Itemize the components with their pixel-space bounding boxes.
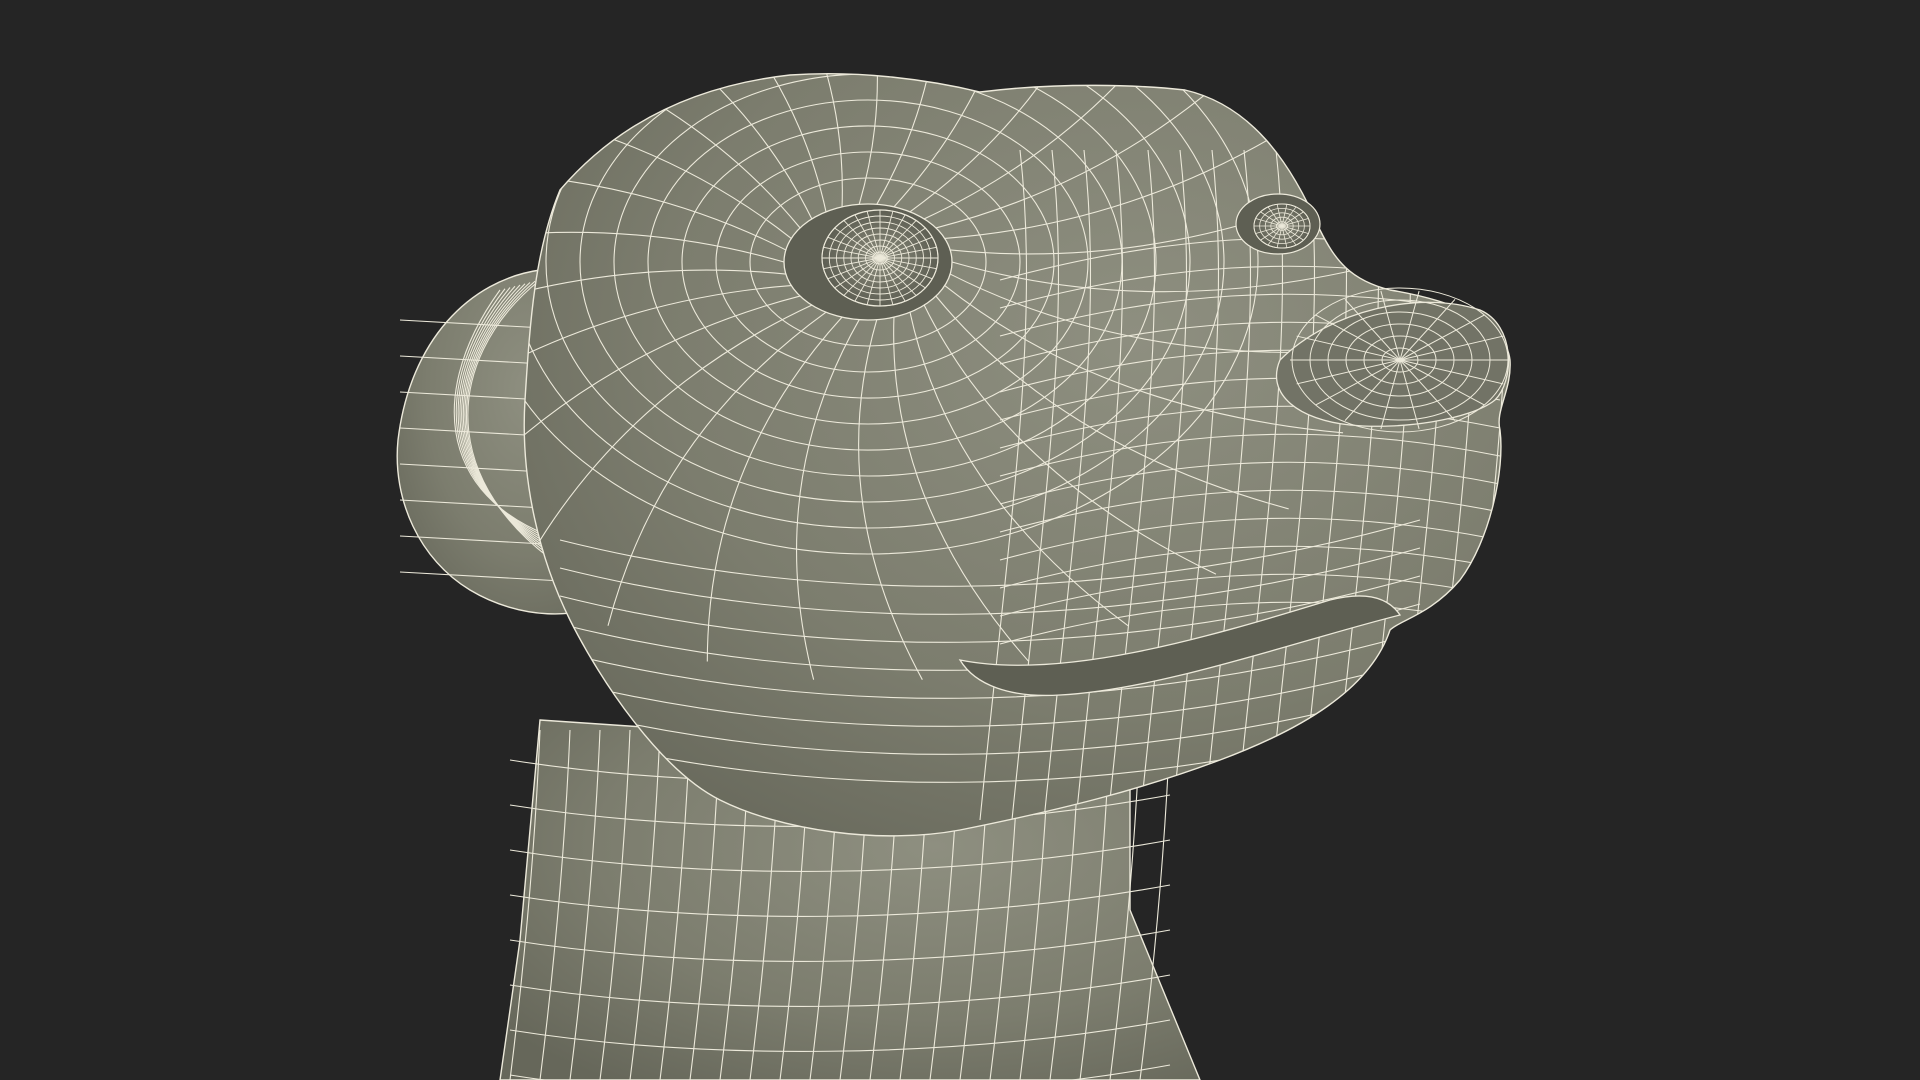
render-viewport (0, 0, 1920, 1080)
eye-near (783, 203, 953, 321)
wireframe-render (396, 73, 1511, 1080)
eye-far (1235, 193, 1321, 255)
